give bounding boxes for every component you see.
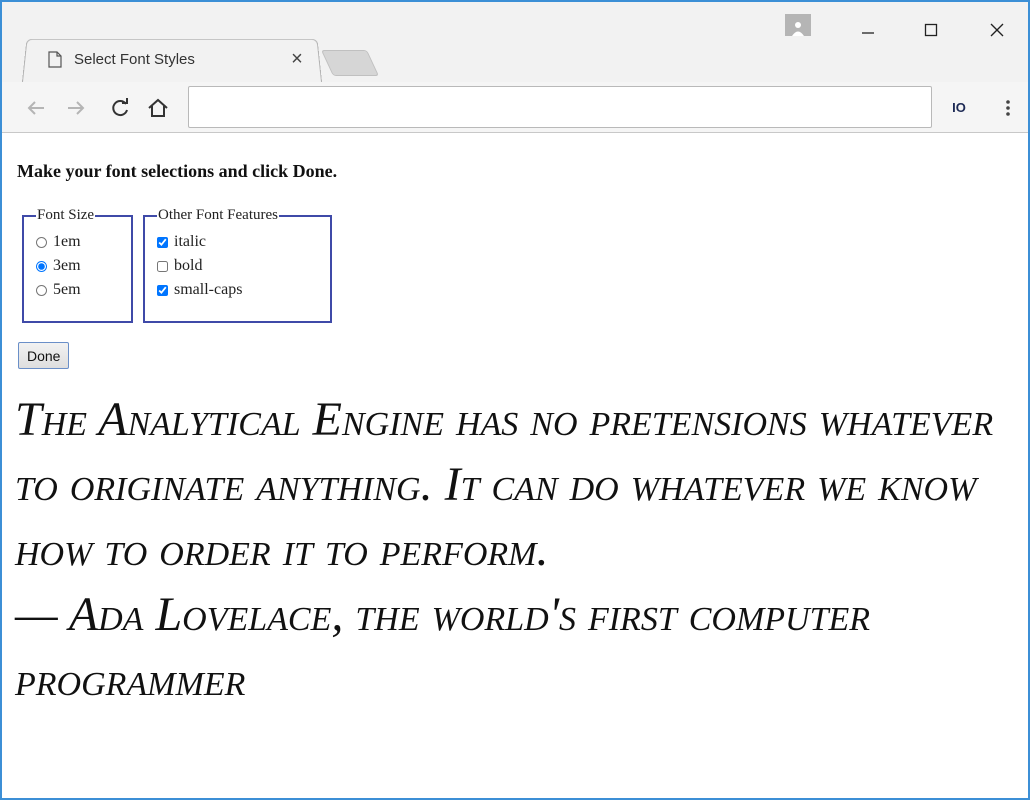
font-size-option[interactable]: 3em — [36, 254, 123, 278]
done-button[interactable]: Done — [18, 342, 70, 369]
profile-button[interactable] — [785, 14, 811, 36]
tab-close-icon[interactable]: × — [286, 48, 308, 70]
font-feature-option[interactable]: small-caps — [157, 278, 322, 302]
font-size-option[interactable]: 5em — [36, 278, 123, 302]
font-size-radio-3em[interactable] — [36, 260, 47, 272]
font-size-radio-5em[interactable] — [36, 284, 47, 296]
close-icon — [990, 23, 1004, 37]
font-size-option[interactable]: 1em — [36, 230, 123, 254]
font-features-fieldset: Other Font Features italic bold small-ca… — [143, 207, 332, 323]
page-icon — [48, 50, 62, 68]
maximize-button[interactable] — [908, 10, 954, 50]
tab-title: Select Font Styles — [74, 50, 195, 68]
font-size-legend: Font Size — [37, 207, 95, 223]
close-window-button[interactable] — [974, 10, 1020, 50]
more-vertical-icon — [1006, 100, 1010, 116]
bold-checkbox[interactable] — [157, 260, 168, 272]
forward-button[interactable] — [62, 94, 90, 122]
font-feature-option-label: small-caps — [174, 281, 243, 298]
address-bar[interactable] — [188, 86, 932, 128]
forward-arrow-icon — [68, 101, 85, 115]
back-button[interactable] — [22, 94, 50, 122]
font-feature-option-label: bold — [174, 257, 203, 274]
instructions-text: Make your font selections and click Done… — [17, 161, 338, 181]
minimize-icon — [862, 32, 874, 34]
new-tab-button[interactable] — [320, 50, 380, 76]
font-size-option-label: 5em — [53, 281, 81, 298]
reload-icon — [112, 98, 128, 117]
browser-tab-content[interactable]: Select Font Styles × — [34, 42, 314, 76]
extension-icon[interactable]: IO — [946, 97, 972, 117]
person-icon — [792, 22, 804, 36]
font-size-radio-1em[interactable] — [36, 236, 47, 248]
font-size-option-label: 1em — [53, 233, 81, 250]
font-size-option-label: 3em — [53, 257, 81, 274]
browser-toolbar: IO — [2, 82, 1028, 133]
font-feature-option[interactable]: italic — [157, 230, 322, 254]
font-features-legend: Other Font Features — [158, 207, 278, 223]
reload-button[interactable] — [106, 94, 134, 122]
styled-quote: The Analytical Engine has no pretensions… — [15, 387, 1020, 712]
maximize-icon — [924, 23, 938, 37]
browser-window: Select Font Styles × IO Make your font s… — [0, 0, 1030, 800]
back-arrow-icon — [27, 101, 44, 115]
home-icon — [148, 98, 168, 117]
font-feature-option[interactable]: bold — [157, 254, 322, 278]
small-caps-checkbox[interactable] — [157, 284, 168, 296]
font-size-fieldset: Font Size 1em 3em 5em — [22, 207, 133, 323]
italic-checkbox[interactable] — [157, 236, 168, 248]
quote-attribution: — Ada Lovelace, the world's first comput… — [15, 588, 871, 706]
minimize-button[interactable] — [845, 10, 891, 50]
page-content: Make your font selections and click Done… — [2, 134, 1028, 798]
browser-menu-button[interactable] — [998, 96, 1018, 120]
quote-text: The Analytical Engine has no pretensions… — [15, 393, 994, 576]
font-feature-option-label: italic — [174, 233, 206, 250]
title-bar: Select Font Styles × — [2, 2, 1028, 82]
home-button[interactable] — [144, 94, 172, 122]
